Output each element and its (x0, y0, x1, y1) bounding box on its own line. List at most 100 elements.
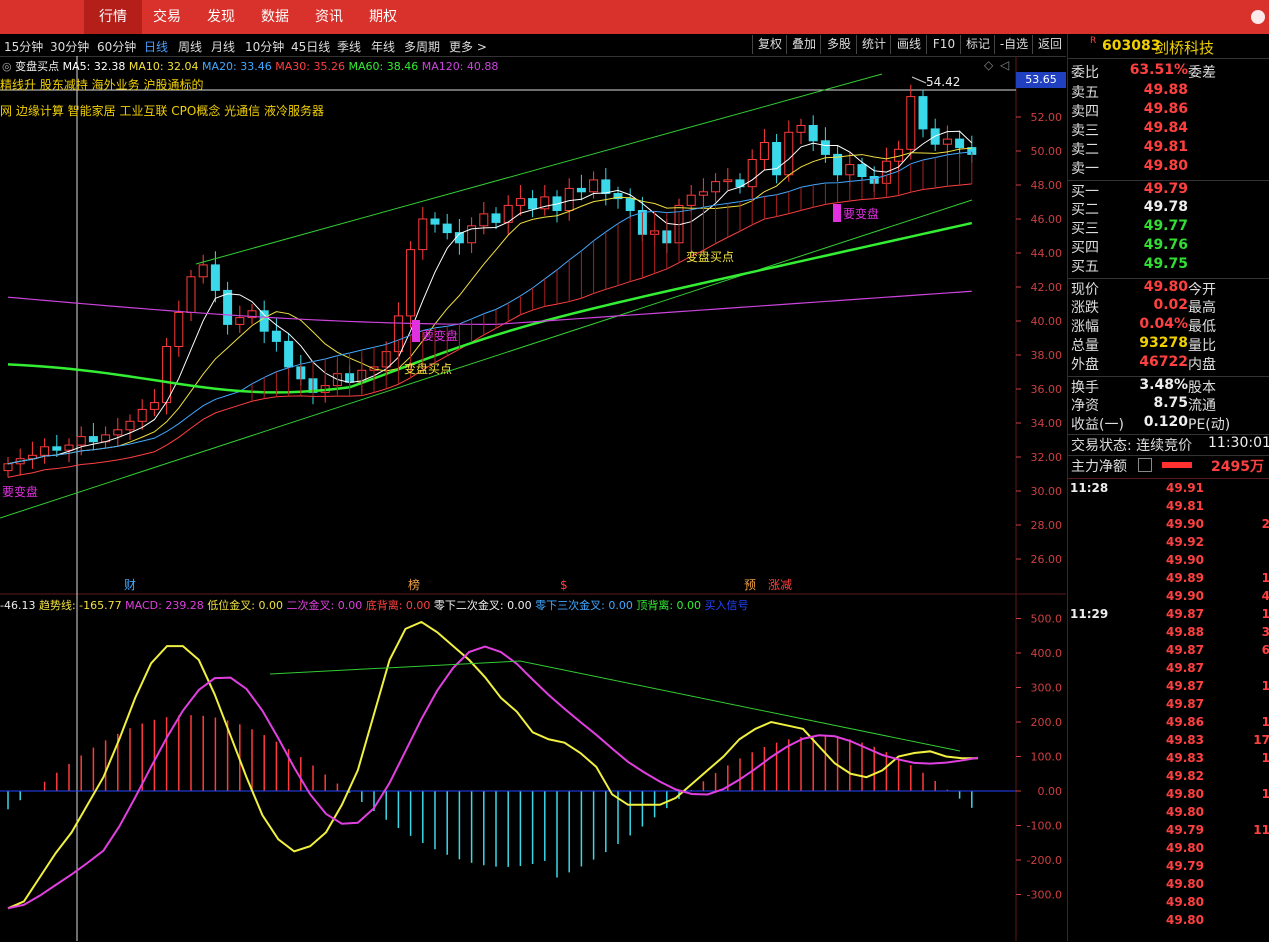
period-multi[interactable]: 多周期 (404, 38, 440, 55)
kline-chart[interactable]: 52.00 50.00 48.00 46.00 44.00 42.00 40.00 38.00… (0, 56, 1066, 941)
tick-price: 49.87 (1166, 661, 1204, 675)
ask-row[interactable]: 卖五 49.88 (1068, 82, 1269, 101)
ask-row[interactable]: 卖三 49.84 (1068, 120, 1269, 139)
tick-row: 49.90 2 (1068, 517, 1269, 535)
tick-volume: 1 (1262, 751, 1269, 765)
ask-label: 卖五 (1071, 85, 1099, 101)
candle-body (235, 317, 245, 325)
tool-draw[interactable]: 画线 (890, 35, 927, 54)
candle-body (113, 429, 123, 436)
period-day[interactable]: 日线 (144, 38, 168, 55)
warn-marker (833, 204, 841, 222)
bid-label: 买三 (1071, 221, 1099, 237)
ma-legend: ◎ 变盘买点 MA5: 32.38 MA10: 32.04 MA20: 33.4… (2, 60, 499, 73)
candle-body (64, 444, 74, 451)
high-price-label: 54.42 (926, 75, 960, 89)
tick-price: 49.87 (1166, 643, 1204, 657)
tab-news[interactable]: 资讯 (304, 0, 354, 34)
tick-row: 49.80 1 (1068, 787, 1269, 805)
detail-icon[interactable] (1138, 458, 1152, 472)
bid-row[interactable]: 买五 49.75 (1068, 256, 1269, 275)
ask-row[interactable]: 卖一 49.80 (1068, 158, 1269, 177)
chart-area[interactable]: 52.00 50.00 48.00 46.00 44.00 42.00 40.00 38.00… (0, 56, 1066, 941)
tick-price: 49.80 (1166, 895, 1204, 909)
ask-row[interactable]: 卖四 49.86 (1068, 101, 1269, 120)
tick-price: 49.82 (1166, 769, 1204, 783)
ma5-value: MA5: 32.38 (62, 60, 126, 73)
period-month[interactable]: 月线 (211, 38, 235, 55)
ask-row[interactable]: 卖二 49.81 (1068, 139, 1269, 158)
channel-lower (0, 199, 973, 519)
price-axis-label: 44.00 (1031, 247, 1063, 260)
stat-value: 93278 (1139, 335, 1188, 351)
diamond-icon[interactable]: ◇ (984, 58, 993, 72)
tick-price: 49.88 (1166, 625, 1204, 639)
tool-fuquan[interactable]: 复权 (752, 35, 787, 54)
tool-overlay[interactable]: 叠加 (786, 35, 821, 54)
tab-discover[interactable]: 发现 (196, 0, 246, 34)
user-icon[interactable] (1251, 10, 1265, 24)
bid-row[interactable]: 买一 49.79 (1068, 180, 1269, 200)
candle-body (515, 198, 525, 206)
indicator-name[interactable]: 变盘买点 (15, 60, 59, 73)
candle-body (198, 264, 208, 278)
top-menu: 行情 交易 发现 数据 资讯 期权 (0, 0, 1269, 34)
period-week[interactable]: 周线 (178, 38, 202, 55)
tool-f10[interactable]: F10 (926, 35, 961, 54)
stat-value: 46722 (1139, 354, 1188, 370)
warn-marker (412, 320, 420, 342)
tick-row: 49.79 11 (1068, 823, 1269, 841)
candle-body (955, 138, 965, 149)
tab-market[interactable]: 行情 (84, 0, 142, 34)
stat-row: 涨跌 0.02 最高 (1068, 297, 1269, 316)
price-axis-label: 46.00 (1031, 213, 1063, 226)
tab-trade[interactable]: 交易 (142, 0, 192, 34)
candle-body (589, 179, 599, 193)
tab-data[interactable]: 数据 (250, 0, 300, 34)
tool-stats[interactable]: 统计 (856, 35, 891, 54)
bid-row[interactable]: 买四 49.76 (1068, 237, 1269, 256)
macd-axis-label: -200.0 (1027, 854, 1062, 867)
ask-price: 49.84 (1143, 120, 1188, 136)
tick-volume: 1 (1262, 679, 1269, 693)
candle-body (808, 125, 818, 142)
bid-row[interactable]: 买二 49.78 (1068, 199, 1269, 218)
current-price-tag: 53.65 (1016, 72, 1066, 88)
macd-zero2: 零下二次金叉: 0.00 (433, 599, 532, 612)
period-10m[interactable]: 10分钟 (245, 38, 284, 55)
period-15m[interactable]: 15分钟 (4, 38, 43, 55)
tool-mark[interactable]: 标记 (960, 35, 995, 54)
period-45d[interactable]: 45日线 (291, 38, 330, 55)
tick-list[interactable]: 11:2849.9149.8149.90249.9249.9049.89149.… (1068, 478, 1269, 942)
period-30m[interactable]: 30分钟 (50, 38, 89, 55)
tool-back[interactable]: 返回 (1032, 35, 1067, 54)
tick-price: 49.80 (1166, 913, 1204, 927)
collapse-icon[interactable]: ◁ (1000, 58, 1009, 72)
period-year[interactable]: 年线 (371, 38, 395, 55)
tab-options[interactable]: 期权 (358, 0, 408, 34)
candle-body (796, 125, 806, 133)
period-60m[interactable]: 60分钟 (97, 38, 136, 55)
period-more[interactable]: 更多 > (449, 38, 487, 55)
stat2-row: 换手 3.48% 股本 (1068, 376, 1269, 396)
event-marker: 财 (124, 578, 136, 592)
bid-row[interactable]: 买三 49.77 (1068, 218, 1269, 237)
stat2-label: 收益(一) (1071, 417, 1124, 433)
tool-multi[interactable]: 多股 (820, 35, 857, 54)
tick-volume: 1 (1262, 571, 1269, 585)
candle-body (174, 312, 184, 347)
period-quarter[interactable]: 季线 (337, 38, 361, 55)
macd-axis-label: -300.0 (1027, 889, 1062, 902)
macd-v0: -46.13 (0, 599, 36, 612)
tick-price: 49.81 (1166, 499, 1204, 513)
net-bar (1162, 462, 1192, 468)
bid-price: 49.77 (1143, 218, 1188, 234)
stat2-label: 净资 (1071, 398, 1099, 414)
tool-remove-fav[interactable]: -自选 (994, 35, 1033, 54)
candle-body (88, 436, 98, 443)
event-marker: 榜 (408, 577, 420, 592)
candle-body (52, 446, 62, 451)
net-value: 2495万 (1211, 459, 1264, 475)
buy-point-label: 变盘买点 (686, 249, 734, 264)
macd-second-cross: 二次金叉: 0.00 (286, 599, 363, 612)
